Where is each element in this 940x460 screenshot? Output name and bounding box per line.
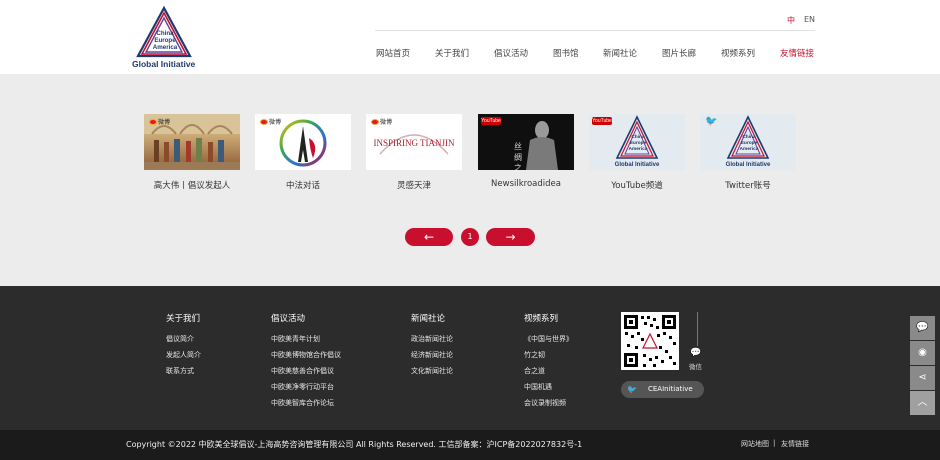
svg-text:America: America <box>629 146 648 152</box>
nav-videos[interactable]: 视频系列 <box>721 47 755 59</box>
footer-link[interactable]: 文化新闻社论 <box>411 366 453 376</box>
footer-link[interactable]: 联系方式 <box>166 366 194 376</box>
logo-tagline: Global Initiative <box>132 59 196 69</box>
weibo-badge: 微博 <box>149 117 170 126</box>
nav-links[interactable]: 友情链接 <box>780 47 814 59</box>
footer-link[interactable]: 中欧美慈善合作倡议 <box>271 366 334 376</box>
sitemap-link[interactable]: 网站地图 <box>741 439 769 449</box>
share-icon: ⋖ <box>918 372 927 383</box>
back-to-top-icon: ︿ <box>917 397 928 408</box>
qr-code-icon <box>624 315 676 367</box>
footer-link[interactable]: 中欧美青年计划 <box>271 334 320 344</box>
svg-text:America: America <box>740 146 759 152</box>
side-weibo-button[interactable]: ◉ <box>910 341 935 365</box>
weibo-badge: 微博 <box>371 117 392 126</box>
twitter-icon: 🐦 <box>627 385 637 394</box>
next-page-button[interactable]: → <box>486 228 535 246</box>
footer-link[interactable]: 中欧美博物馆合作倡议 <box>271 350 341 360</box>
card-thumbnail: INSPIRING TIANJIN 微博 <box>366 114 462 170</box>
card-art-text: 丝 绸 之 路 <box>514 141 523 170</box>
site-footer: 关于我们 倡议活动 新闻社论 视频系列 <box>0 286 940 430</box>
weibo-icon <box>149 118 157 125</box>
nav-library[interactable]: 图书馆 <box>553 47 579 59</box>
footer-col-videos-title: 视频系列 <box>524 314 559 324</box>
weibo-icon <box>260 118 268 125</box>
card-thumbnail: 微博 <box>255 114 351 170</box>
wechat-label: 微信 <box>689 363 702 371</box>
twitter-follow-button[interactable]: 🐦 CEAInitiative <box>621 381 704 398</box>
card-caption: YouTube频道 <box>611 181 663 191</box>
footer-divider <box>697 312 698 346</box>
weibo-badge: 微博 <box>260 117 281 126</box>
side-back-to-top-button[interactable]: ︿ <box>910 391 935 415</box>
site-header: China Europe America Global Initiative 中… <box>0 0 940 74</box>
card-caption: 高大伟丨倡议发起人 <box>153 181 231 191</box>
card-caption: Twitter账号 <box>725 181 771 191</box>
footer-link[interactable]: 倡议简介 <box>166 334 194 344</box>
svg-text:Europe: Europe <box>630 140 647 146</box>
footer-col-news-title: 新闻社论 <box>411 314 446 324</box>
svg-text:China: China <box>631 134 645 140</box>
footer-link[interactable]: 政治新闻社论 <box>411 334 453 344</box>
twitter-handle: CEAInitiative <box>648 385 693 393</box>
lang-en-link[interactable]: EN <box>804 15 815 24</box>
logo-word-3: America <box>153 44 178 51</box>
footer-col-initiatives-title: 倡议活动 <box>271 314 306 324</box>
youtube-icon: YouTube <box>592 117 612 125</box>
card-art-text: INSPIRING TIANJIN <box>373 138 455 148</box>
weibo-icon: ◉ <box>918 347 927 358</box>
svg-text:Europe: Europe <box>741 140 758 146</box>
wechat-icon: 💬 <box>690 348 702 358</box>
copyright-text: Copyright ©2022 中欧美全球倡议-上海高势咨询管理有限公司 All… <box>126 440 583 449</box>
card-thumbnail: 丝 绸 之 路 YouTube <box>478 114 574 170</box>
card-thumbnail: China Europe America Global Initiative Y… <box>589 114 685 170</box>
footer-col-about-title: 关于我们 <box>166 314 201 324</box>
nav-home[interactable]: 网站首页 <box>376 47 410 59</box>
twitter-icon: 🐦 <box>705 116 718 127</box>
friend-links-link[interactable]: 友情链接 <box>781 439 809 449</box>
youtube-icon: YouTube <box>481 117 501 125</box>
footer-link[interactable]: 会议录制视频 <box>524 398 566 408</box>
wechat-qr-code <box>621 312 679 370</box>
footer-link[interactable]: 竹之韧 <box>524 350 545 360</box>
nav-news[interactable]: 新闻社论 <box>603 47 637 59</box>
svg-text:Global Initiative: Global Initiative <box>726 162 771 168</box>
nav-about[interactable]: 关于我们 <box>435 47 469 59</box>
footer-link[interactable]: 发起人简介 <box>166 350 201 360</box>
footer-link[interactable]: 《中国与世界》 <box>524 334 573 344</box>
footer-link[interactable]: 经济新闻社论 <box>411 350 453 360</box>
prev-page-button[interactable]: ← <box>405 228 453 246</box>
svg-text:China: China <box>742 134 756 140</box>
logo-triangle-icon: China Europe America <box>136 6 192 58</box>
site-logo[interactable]: China Europe America Global Initiative <box>132 6 196 69</box>
nav-divider <box>375 30 815 31</box>
logo-word-2: Europe <box>154 37 176 44</box>
weibo-icon <box>371 118 379 125</box>
card-caption: 灵感天津 <box>396 181 431 191</box>
side-wechat-button[interactable]: 💬 <box>910 316 935 340</box>
card-thumbnail: 微博 <box>144 114 240 170</box>
lang-zh-link[interactable]: 中 <box>787 15 795 26</box>
page-number-button[interactable]: 1 <box>461 228 479 246</box>
footer-link[interactable]: 合之道 <box>524 366 545 376</box>
svg-text:Global Initiative: Global Initiative <box>615 162 660 168</box>
nav-gallery[interactable]: 图片长廊 <box>662 47 696 59</box>
footer-link[interactable]: 中国机遇 <box>524 382 552 392</box>
logo-word-1: China <box>156 30 174 37</box>
nav-initiatives[interactable]: 倡议活动 <box>494 47 528 59</box>
card-thumbnail: China Europe America Global Initiative 🐦 <box>700 114 796 170</box>
footer-link[interactable]: 中欧美净零行动平台 <box>271 382 334 392</box>
side-share-button[interactable]: ⋖ <box>910 366 935 390</box>
card-caption: 中法对话 <box>285 181 320 191</box>
bottom-separator: | <box>773 439 776 447</box>
footer-link[interactable]: 中欧美智库合作论坛 <box>271 398 334 408</box>
wechat-icon: 💬 <box>916 322 929 333</box>
card-caption: Newsilkroadidea <box>491 179 561 189</box>
